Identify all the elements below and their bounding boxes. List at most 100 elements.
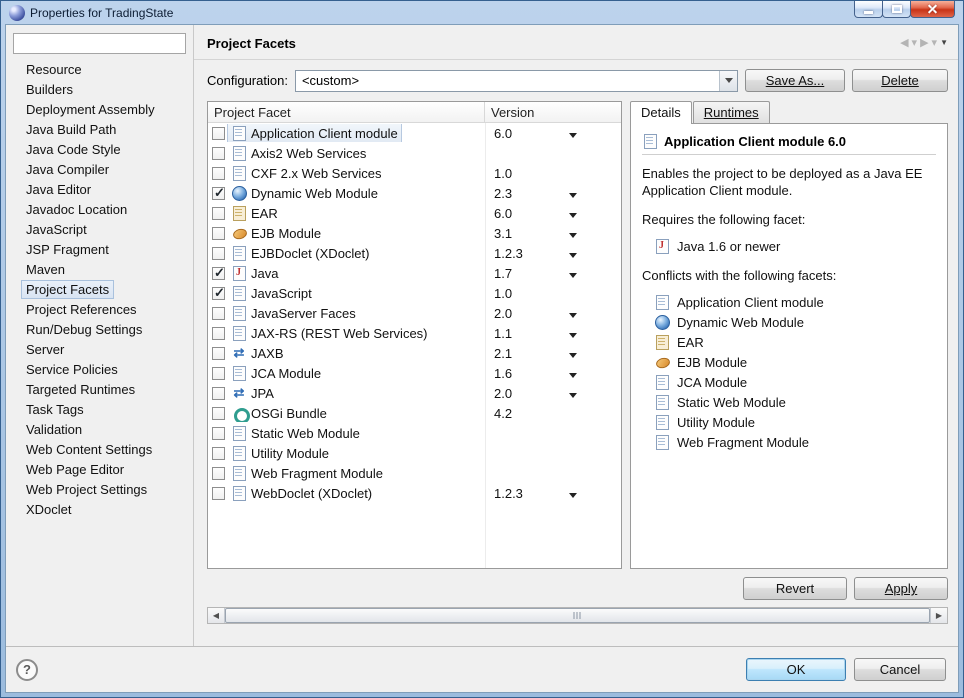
- facet-checkbox[interactable]: [212, 226, 225, 240]
- version-dropdown-icon[interactable]: [569, 192, 577, 198]
- facet-row[interactable]: Web Fragment Module: [208, 463, 621, 483]
- sidebar-item[interactable]: Javadoc Location: [13, 200, 186, 220]
- ok-button[interactable]: OK: [746, 658, 846, 681]
- configuration-select[interactable]: <custom>: [294, 69, 738, 92]
- version-dropdown-icon[interactable]: [569, 372, 577, 378]
- titlebar[interactable]: Properties for TradingState: [1, 1, 963, 24]
- scroll-left-icon[interactable]: [208, 608, 225, 623]
- sidebar-item[interactable]: Web Project Settings: [13, 480, 186, 500]
- facet-row[interactable]: Dynamic Web Module 2.3: [208, 183, 621, 203]
- version-dropdown-icon[interactable]: [569, 492, 577, 498]
- facet-row[interactable]: Axis2 Web Services: [208, 143, 621, 163]
- view-menu-icon[interactable]: [940, 39, 948, 47]
- revert-button[interactable]: Revert: [743, 577, 847, 600]
- facet-checkbox[interactable]: [212, 126, 225, 140]
- facet-row[interactable]: JAX-RS (REST Web Services) 1.1: [208, 323, 621, 343]
- facet-row[interactable]: Java 1.7: [208, 263, 621, 283]
- scrollbar-thumb[interactable]: [225, 608, 930, 623]
- back-menu-icon[interactable]: [912, 38, 918, 49]
- sidebar-item[interactable]: Builders: [13, 80, 186, 100]
- facet-row[interactable]: Application Client module 6.0: [208, 123, 621, 143]
- facet-row[interactable]: CXF 2.x Web Services 1.0: [208, 163, 621, 183]
- facet-row[interactable]: JAXB 2.1: [208, 343, 621, 363]
- facet-row[interactable]: EJB Module 3.1: [208, 223, 621, 243]
- version-dropdown-icon[interactable]: [569, 212, 577, 218]
- facet-checkbox[interactable]: [212, 285, 225, 301]
- tab-details[interactable]: Details: [630, 101, 692, 124]
- facet-checkbox[interactable]: [212, 206, 225, 220]
- close-button[interactable]: [910, 1, 955, 18]
- sidebar-item[interactable]: Java Code Style: [13, 140, 186, 160]
- back-icon[interactable]: [900, 38, 908, 49]
- facet-checkbox[interactable]: [212, 346, 225, 360]
- delete-button[interactable]: Delete: [852, 69, 948, 92]
- cancel-button[interactable]: Cancel: [854, 658, 946, 681]
- sidebar-item[interactable]: Service Policies: [13, 360, 186, 380]
- forward-menu-icon[interactable]: [932, 38, 938, 49]
- tab-runtimes[interactable]: Runtimes: [692, 101, 770, 123]
- sidebar-item[interactable]: XDoclet: [13, 500, 186, 520]
- sidebar-item[interactable]: JavaScript: [13, 220, 186, 240]
- sidebar-item[interactable]: Deployment Assembly: [13, 100, 186, 120]
- scroll-right-icon[interactable]: [930, 608, 947, 623]
- maximize-button[interactable]: [882, 1, 911, 18]
- forward-icon[interactable]: [920, 38, 928, 49]
- facet-row[interactable]: Static Web Module: [208, 423, 621, 443]
- apply-button[interactable]: Apply: [854, 577, 948, 600]
- sidebar-item[interactable]: Server: [13, 340, 186, 360]
- help-button[interactable]: ?: [16, 658, 38, 681]
- sidebar-item[interactable]: Web Page Editor: [13, 460, 186, 480]
- facet-checkbox[interactable]: [212, 185, 225, 201]
- version-dropdown-icon[interactable]: [569, 272, 577, 278]
- facet-icon: [231, 445, 247, 461]
- version-dropdown-icon[interactable]: [569, 312, 577, 318]
- sidebar-item[interactable]: Project References: [13, 300, 186, 320]
- facet-row[interactable]: WebDoclet (XDoclet) 1.2.3: [208, 483, 621, 503]
- sidebar-item[interactable]: Web Content Settings: [13, 440, 186, 460]
- facet-row[interactable]: EJBDoclet (XDoclet) 1.2.3: [208, 243, 621, 263]
- sidebar-item[interactable]: Run/Debug Settings: [13, 320, 186, 340]
- sidebar-item[interactable]: Java Compiler: [13, 160, 186, 180]
- facet-row[interactable]: JCA Module 1.6: [208, 363, 621, 383]
- facet-checkbox[interactable]: [212, 146, 225, 160]
- facet-checkbox[interactable]: [212, 166, 225, 180]
- combo-dropdown-button[interactable]: [719, 70, 737, 91]
- filter-input[interactable]: [13, 33, 186, 54]
- facet-label: Utility Module: [251, 445, 330, 461]
- facet-row[interactable]: JavaScript 1.0: [208, 283, 621, 303]
- version-dropdown-icon[interactable]: [569, 392, 577, 398]
- facet-checkbox[interactable]: [212, 246, 225, 260]
- facet-row[interactable]: EAR 6.0: [208, 203, 621, 223]
- facet-checkbox[interactable]: [212, 426, 225, 440]
- horizontal-scrollbar[interactable]: [207, 607, 948, 624]
- sidebar-item[interactable]: Project Facets: [13, 280, 186, 300]
- facet-row[interactable]: Utility Module: [208, 443, 621, 463]
- facet-checkbox[interactable]: [212, 326, 225, 340]
- save-as-button[interactable]: Save As...: [745, 69, 845, 92]
- sidebar-item[interactable]: JSP Fragment: [13, 240, 186, 260]
- facet-row[interactable]: JavaServer Faces 2.0: [208, 303, 621, 323]
- minimize-button[interactable]: [854, 1, 883, 18]
- sidebar-item[interactable]: Targeted Runtimes: [13, 380, 186, 400]
- facet-checkbox[interactable]: [212, 386, 225, 400]
- sidebar-item[interactable]: Java Editor: [13, 180, 186, 200]
- version-dropdown-icon[interactable]: [569, 252, 577, 258]
- sidebar-item[interactable]: Resource: [13, 60, 186, 80]
- sidebar-item[interactable]: Task Tags: [13, 400, 186, 420]
- sidebar-item[interactable]: Validation: [13, 420, 186, 440]
- facet-row[interactable]: OSGi Bundle 4.2: [208, 403, 621, 423]
- facet-checkbox[interactable]: [212, 486, 225, 500]
- facet-checkbox[interactable]: [212, 406, 225, 420]
- sidebar-item[interactable]: Maven: [13, 260, 186, 280]
- version-dropdown-icon[interactable]: [569, 332, 577, 338]
- sidebar-item[interactable]: Java Build Path: [13, 120, 186, 140]
- facet-checkbox[interactable]: [212, 466, 225, 480]
- version-dropdown-icon[interactable]: [569, 352, 577, 358]
- version-dropdown-icon[interactable]: [569, 232, 577, 238]
- facet-checkbox[interactable]: [212, 265, 225, 281]
- facet-checkbox[interactable]: [212, 366, 225, 380]
- facet-checkbox[interactable]: [212, 446, 225, 460]
- version-dropdown-icon[interactable]: [569, 132, 577, 138]
- facet-checkbox[interactable]: [212, 306, 225, 320]
- facet-row[interactable]: JPA 2.0: [208, 383, 621, 403]
